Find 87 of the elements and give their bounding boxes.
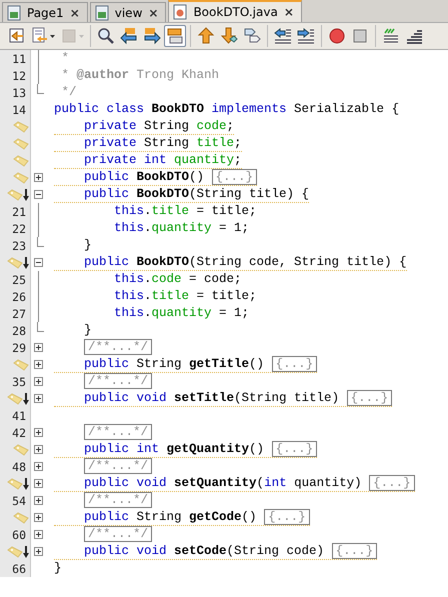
code-line: private String title; — [54, 136, 242, 152]
code-line: private String code; — [54, 118, 234, 134]
down-arrow-icon[interactable] — [23, 256, 29, 268]
code-line: public void setTitle(String title) {...} — [54, 390, 392, 406]
code-line: public String getCode() {...} — [54, 510, 310, 526]
editor-tab[interactable]: view × — [90, 2, 166, 22]
dropdown-arrow-icon[interactable] — [50, 34, 55, 38]
expand-icon[interactable] — [34, 343, 42, 352]
code-line: * @author Trong Khanh — [60, 68, 220, 83]
page-icon — [94, 4, 110, 20]
line-number: 11 — [12, 52, 26, 66]
shift-left-icon — [274, 27, 292, 45]
line-number: 35 — [12, 374, 26, 388]
code-line: public String getTitle() {...} — [54, 356, 318, 372]
line-number: 42 — [12, 426, 26, 440]
code-line: } — [54, 561, 62, 576]
toolbar-button[interactable] — [164, 25, 186, 47]
code-line: * — [60, 51, 70, 66]
code-line: this.title = title; — [113, 204, 257, 219]
line-number: 13 — [12, 86, 26, 100]
code-line: private int quantity; — [54, 152, 242, 168]
find-icon — [97, 27, 115, 45]
line-number: 23 — [12, 238, 26, 252]
line-number: 28 — [12, 324, 26, 338]
line-number: 41 — [12, 408, 26, 422]
line-number: 25 — [12, 272, 26, 286]
editor-tab[interactable]: BookDTO.java × — [168, 0, 302, 22]
line-number: 66 — [12, 562, 26, 576]
line-number: 22 — [12, 222, 26, 236]
down-arrow-icon[interactable] — [23, 188, 29, 200]
code-line: public int getQuantity() {...} — [54, 442, 318, 458]
line-number: 29 — [12, 340, 26, 354]
code-line: public class BookDTO implements Serializable { — [54, 102, 400, 117]
expand-icon[interactable] — [34, 445, 42, 454]
code-line: this.quantity = 1; — [113, 221, 250, 236]
line-number: 14 — [12, 102, 26, 116]
code-line: } — [83, 323, 92, 338]
code-line: public void setCode(String code) {...} — [54, 544, 378, 560]
code-line: */ — [60, 85, 77, 100]
code-line: this.code = code; — [113, 272, 242, 287]
down-icon — [220, 27, 238, 45]
line-number: 27 — [12, 306, 26, 320]
expand-icon[interactable] — [34, 479, 42, 488]
shift-right-icon — [297, 27, 315, 45]
code-line: public void setQuantity(int quantity) {...} — [54, 476, 415, 492]
close-icon[interactable]: × — [68, 6, 81, 20]
line-number: 12 — [12, 68, 26, 82]
find-next-icon — [143, 27, 161, 45]
editor-tab[interactable]: Page1 × — [2, 2, 88, 22]
up-icon — [197, 27, 215, 45]
down-arrow-icon[interactable] — [23, 392, 29, 404]
collapse-icon[interactable] — [34, 258, 42, 267]
code-line: this.quantity = 1; — [113, 306, 250, 321]
expand-icon[interactable] — [34, 513, 42, 522]
line-number: 21 — [12, 204, 26, 218]
expand-icon[interactable] — [34, 428, 42, 437]
record-icon — [328, 27, 346, 45]
code-line: public BookDTO(String code, String title) { — [54, 254, 407, 270]
shape-icon — [243, 27, 261, 45]
expand-icon[interactable] — [34, 394, 42, 403]
expand-icon[interactable] — [34, 462, 42, 471]
expand-icon[interactable] — [34, 377, 42, 386]
close-icon[interactable]: × — [147, 6, 160, 20]
find-prev-icon — [120, 27, 138, 45]
close-icon[interactable]: × — [282, 5, 295, 19]
java-file-icon — [172, 4, 188, 20]
expand-icon[interactable] — [34, 496, 42, 505]
stop-icon — [351, 27, 369, 45]
page-icon — [6, 4, 22, 20]
line-number: 60 — [12, 528, 26, 542]
down-arrow-icon[interactable] — [23, 478, 29, 490]
code-line: public BookDTO() {...} — [54, 170, 258, 186]
code-line: this.title = title; — [113, 289, 257, 304]
fold-end-line — [37, 237, 44, 247]
fold-end-line — [37, 322, 44, 332]
fold-end-line — [37, 84, 44, 94]
code-line: public BookDTO(String title) { — [54, 186, 310, 202]
expand-icon[interactable] — [34, 530, 42, 539]
code-line: } — [83, 238, 92, 253]
line-number: 54 — [12, 494, 26, 508]
down-arrow-icon[interactable] — [23, 546, 29, 558]
expand-icon[interactable] — [34, 173, 42, 182]
expand-icon[interactable] — [34, 360, 42, 369]
line-number: 26 — [12, 290, 26, 304]
line-number: 48 — [12, 460, 26, 474]
collapse-icon[interactable] — [34, 190, 42, 199]
expand-icon[interactable] — [34, 547, 42, 556]
